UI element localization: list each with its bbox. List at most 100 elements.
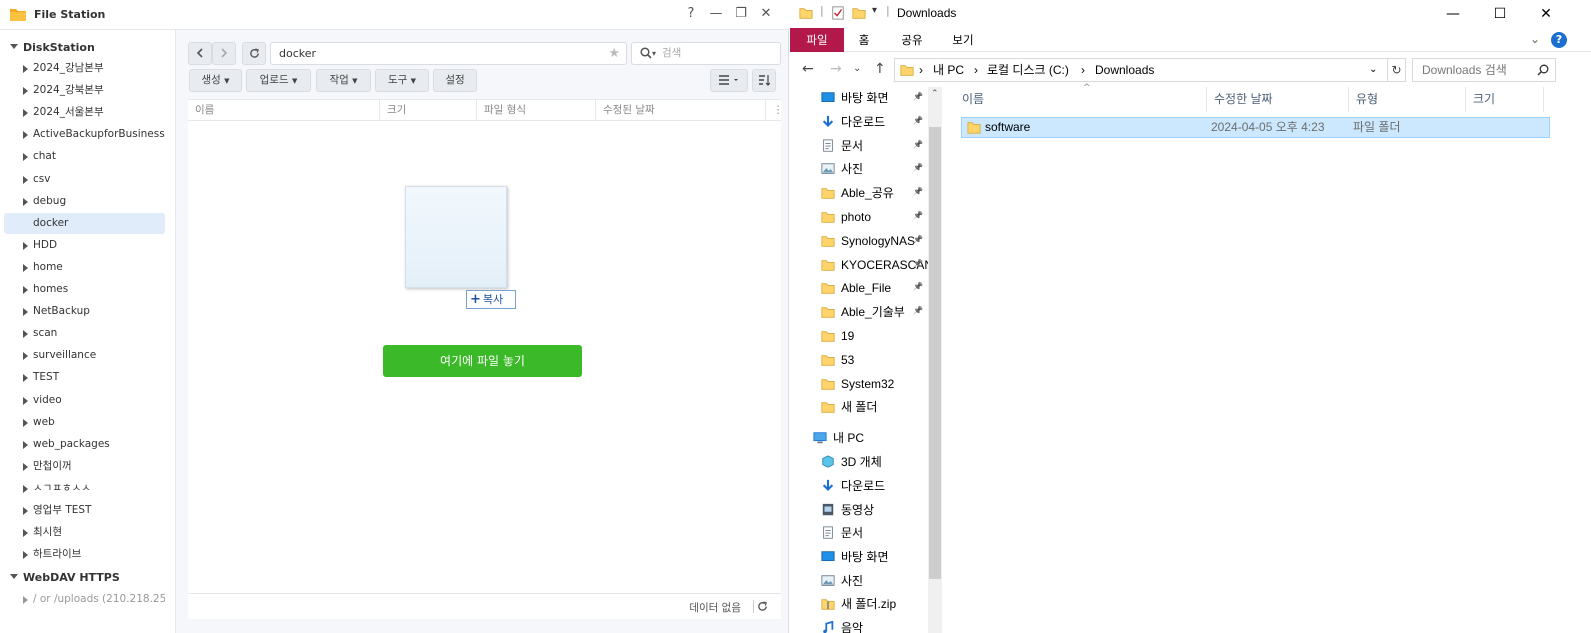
expand-caret-icon[interactable] xyxy=(23,551,28,560)
file-row-software[interactable]: software 2024-04-05 오후 4:23 파일 폴더 xyxy=(961,117,1550,138)
new-folder-icon[interactable] xyxy=(852,6,866,20)
tree-item[interactable]: NetBackup xyxy=(4,301,165,322)
forward-arrow-icon[interactable]: → xyxy=(830,61,842,77)
pin-icon[interactable]: 📌 xyxy=(913,235,923,244)
tree-item[interactable]: 하트라이브 xyxy=(4,544,165,565)
close-button[interactable]: ✕ xyxy=(1524,2,1568,26)
expand-caret-icon[interactable] xyxy=(23,418,28,427)
nav-item-able-공유[interactable]: Able_공유 xyxy=(820,182,894,204)
tab-view[interactable]: 보기 xyxy=(944,28,982,52)
forward-button[interactable] xyxy=(212,42,236,65)
pin-icon[interactable]: 📌 xyxy=(913,211,923,220)
expand-caret-icon[interactable] xyxy=(23,396,28,405)
nav-item-53[interactable]: 53 xyxy=(820,349,854,371)
tree-item[interactable]: scan xyxy=(4,323,165,344)
tree-item[interactable]: csv xyxy=(4,169,165,190)
tree-item[interactable]: 2024_강남본부 xyxy=(4,58,165,79)
expand-caret-icon[interactable] xyxy=(23,374,28,383)
refresh-button[interactable] xyxy=(242,42,266,65)
tree-item[interactable]: 최시현 xyxy=(4,522,165,543)
expand-caret-icon[interactable] xyxy=(23,197,28,206)
nav-pc-item-다운로드[interactable]: 다운로드 xyxy=(820,475,885,497)
nav-item-문서[interactable]: 문서 xyxy=(820,135,863,157)
qat-customize-icon[interactable]: ▾ xyxy=(872,5,877,16)
expand-caret-icon[interactable] xyxy=(23,462,28,471)
upload-button[interactable]: 업로드 ▼ xyxy=(246,69,311,92)
back-arrow-icon[interactable]: ← xyxy=(802,61,814,77)
sort-button[interactable] xyxy=(752,69,776,92)
expand-caret-icon[interactable] xyxy=(23,263,28,272)
expand-caret-icon[interactable] xyxy=(23,286,28,294)
expand-caret-icon[interactable] xyxy=(23,175,28,184)
expand-caret-icon[interactable] xyxy=(23,109,28,118)
pin-icon[interactable]: 📌 xyxy=(913,140,923,149)
help-icon[interactable]: ? xyxy=(1551,32,1567,48)
nav-pc-item-새-폴더-zip[interactable]: 새 폴더.zip xyxy=(820,593,896,615)
properties-icon[interactable] xyxy=(831,6,845,20)
tree-item[interactable]: homes xyxy=(4,279,165,300)
column-name[interactable]: 이름 xyxy=(955,87,1207,112)
nav-item-able-기술부[interactable]: Able_기술부 xyxy=(820,301,905,323)
tree-root-diskstation[interactable]: DiskStation xyxy=(10,41,95,54)
close-button[interactable]: ✕ xyxy=(758,6,774,22)
tab-file[interactable]: 파일 xyxy=(790,28,844,52)
expand-caret-icon[interactable] xyxy=(23,87,28,96)
expand-caret-icon[interactable] xyxy=(23,484,28,493)
tree-item[interactable]: HDD xyxy=(4,235,165,256)
pin-icon[interactable]: 📌 xyxy=(913,306,923,315)
tab-home[interactable]: 홈 xyxy=(848,28,880,52)
nav-this-pc[interactable]: 내 PC xyxy=(812,427,864,449)
minimize-button[interactable]: — xyxy=(708,6,724,22)
nav-item-photo[interactable]: photo xyxy=(820,206,871,228)
expand-caret-icon[interactable] xyxy=(23,352,28,361)
navigation-scrollbar[interactable]: ⌃ xyxy=(928,87,942,633)
nav-item-system32[interactable]: System32 xyxy=(820,373,894,395)
nav-item-synologynas[interactable]: SynologyNAS xyxy=(820,230,915,252)
nav-pc-item-문서[interactable]: 문서 xyxy=(820,522,863,544)
path-field[interactable]: docker ★ xyxy=(270,42,627,65)
tools-button[interactable]: 도구 ▼ xyxy=(375,69,429,92)
breadcrumb-downloads[interactable]: Downloads xyxy=(1095,59,1154,81)
nav-pc-item-음악[interactable]: 음악 xyxy=(820,617,863,633)
help-icon[interactable]: ? xyxy=(683,6,699,22)
nav-item-바탕-화면[interactable]: 바탕 화면 xyxy=(820,87,889,109)
nav-item-다운로드[interactable]: 다운로드 xyxy=(820,111,885,133)
tree-item[interactable]: 만첩이꺼 xyxy=(4,456,165,477)
expand-caret-icon[interactable] xyxy=(23,153,28,162)
maximize-button[interactable]: ❐ xyxy=(733,6,749,22)
breadcrumb-local-disk[interactable]: 로컬 디스크 (C:) xyxy=(987,59,1069,81)
tree-item-webdav-uploads[interactable]: / or /uploads (210.218.25 xyxy=(4,589,165,610)
refresh-icon[interactable]: ↻ xyxy=(1388,58,1406,82)
tree-item[interactable]: home xyxy=(4,257,165,278)
ribbon-expand-icon[interactable]: ⌄ xyxy=(1530,32,1540,46)
tab-share[interactable]: 공유 xyxy=(892,28,932,52)
favorite-star-icon[interactable]: ★ xyxy=(608,43,620,64)
nav-pc-item-사진[interactable]: 사진 xyxy=(820,570,863,592)
nav-item-able-file[interactable]: Able_File xyxy=(820,277,891,299)
tree-item[interactable]: surveillance xyxy=(4,345,165,366)
pin-icon[interactable]: 📌 xyxy=(913,92,923,101)
action-button[interactable]: 작업 ▼ xyxy=(316,69,371,92)
column-size[interactable]: 크기 xyxy=(380,100,477,121)
tree-item[interactable]: docker xyxy=(4,212,165,234)
expand-caret-icon[interactable] xyxy=(23,241,28,250)
column-type[interactable]: 유형 xyxy=(1349,87,1466,112)
expand-caret-icon[interactable] xyxy=(23,131,28,140)
tree-item[interactable]: ActiveBackupforBusiness xyxy=(4,124,165,145)
tree-item[interactable]: web_packages xyxy=(4,434,165,455)
tree-item[interactable]: 영업부 TEST xyxy=(4,500,165,521)
view-mode-button[interactable] xyxy=(710,69,748,92)
nav-pc-item-바탕-화면[interactable]: 바탕 화면 xyxy=(820,546,889,568)
tree-item[interactable]: 2024_서울본부 xyxy=(4,102,165,123)
tree-item[interactable]: debug xyxy=(4,191,165,212)
tree-item[interactable]: video xyxy=(4,390,165,411)
nav-pc-item-3d-개체[interactable]: 3D 개체 xyxy=(820,451,882,473)
address-dropdown-icon[interactable]: ⌄ xyxy=(1369,59,1377,81)
minimize-button[interactable]: — xyxy=(1431,2,1475,26)
expand-caret-icon[interactable] xyxy=(23,308,28,317)
back-button[interactable] xyxy=(188,42,212,65)
scroll-up-icon[interactable]: ⌃ xyxy=(931,89,939,99)
drop-files-here-target[interactable]: 여기에 파일 놓기 xyxy=(383,345,582,377)
create-button[interactable]: 생성 ▼ xyxy=(189,69,242,92)
nav-item-19[interactable]: 19 xyxy=(820,325,854,347)
